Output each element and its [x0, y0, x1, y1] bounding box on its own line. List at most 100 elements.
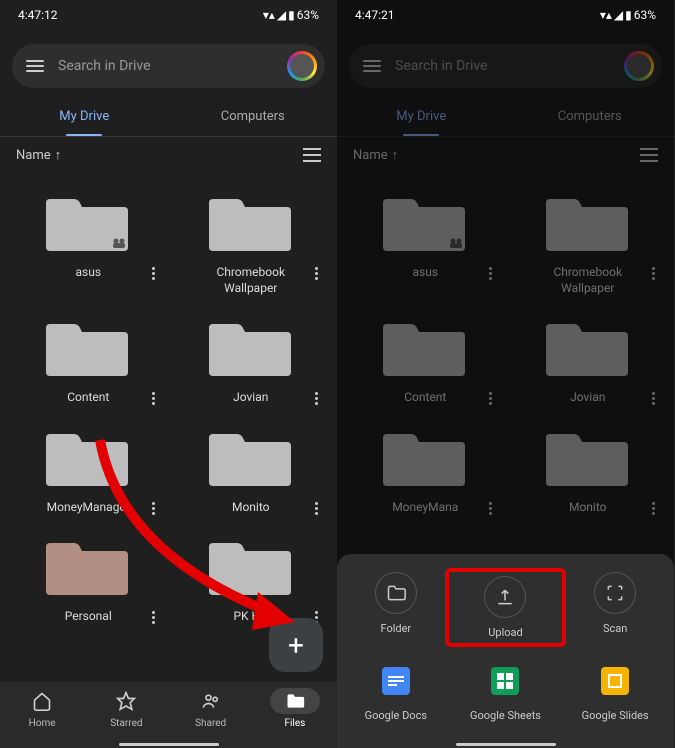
folder-label: Personal — [30, 609, 147, 625]
sheet-label: Google Sheets — [470, 709, 541, 722]
folder-item[interactable]: MoneyMana — [345, 418, 504, 522]
search-bar[interactable]: Search in Drive — [12, 44, 325, 88]
slides-icon — [595, 661, 635, 701]
folder-item[interactable]: Jovian — [508, 308, 667, 412]
sheet-label: Google Slides — [582, 709, 649, 722]
folder-item[interactable]: Chromebook Wallpaper — [508, 183, 667, 302]
more-icon[interactable] — [484, 390, 498, 405]
more-icon[interactable] — [147, 609, 161, 624]
status-right: ▾▴ ◢ ▮ 63% — [600, 8, 656, 22]
tab-computers[interactable]: Computers — [506, 96, 675, 136]
nav-files[interactable]: Files — [253, 688, 337, 748]
folder-icon — [377, 424, 471, 494]
fab-add-button[interactable]: + — [269, 618, 323, 672]
search-input[interactable]: Search in Drive — [395, 58, 610, 74]
signal-icon: ◢ — [277, 8, 286, 22]
folder-icon — [540, 424, 634, 494]
folder-icon — [40, 314, 134, 384]
folder-icon: ↻ — [203, 533, 297, 603]
more-icon[interactable] — [646, 265, 660, 280]
more-icon[interactable] — [309, 265, 323, 280]
docs-icon — [376, 661, 416, 701]
folder-label: Jovian — [193, 390, 310, 406]
battery-icon: ▮ — [625, 8, 632, 22]
folder-item[interactable]: Chromebook Wallpaper — [171, 183, 330, 302]
tab-my-drive[interactable]: My Drive — [337, 96, 506, 136]
menu-icon[interactable] — [363, 60, 381, 72]
tabs: My Drive Computers — [337, 96, 674, 136]
star-icon — [101, 688, 151, 714]
folder-item[interactable]: asus — [8, 183, 167, 302]
more-icon[interactable] — [309, 390, 323, 405]
sort-button[interactable]: Name↑ — [353, 147, 398, 163]
folder-item[interactable]: Content — [345, 308, 504, 412]
folder-item[interactable]: Personal — [8, 527, 167, 631]
screen-left: 4:47:12 ▾▴ ◢ ▮ 63% Search in Drive My Dr… — [0, 0, 337, 748]
folder-icon — [203, 189, 297, 259]
sheet-label: Folder — [380, 622, 411, 635]
sheet-sheets[interactable]: Google Sheets — [453, 661, 559, 722]
folder-item[interactable]: asus — [345, 183, 504, 302]
folder-item[interactable]: Content — [8, 308, 167, 412]
sheet-slides[interactable]: Google Slides — [562, 661, 668, 722]
nav-home[interactable]: Home — [0, 688, 84, 748]
sheet-label: Scan — [603, 622, 627, 635]
sheet-scan[interactable]: Scan — [562, 572, 668, 643]
search-bar[interactable]: Search in Drive — [349, 44, 662, 88]
nav-label: Shared — [195, 718, 226, 729]
more-icon[interactable] — [147, 390, 161, 405]
svg-text:↻: ↻ — [217, 583, 229, 599]
nav-label: Starred — [110, 718, 142, 729]
sort-button[interactable]: Name↑ — [16, 147, 61, 163]
sort-row: Name↑ — [0, 137, 337, 173]
folder-label: Content — [367, 390, 484, 406]
folder-item[interactable]: Jovian — [171, 308, 330, 412]
more-icon[interactable] — [484, 265, 498, 280]
nav-star[interactable]: Starred — [84, 688, 168, 748]
battery-pct: 63% — [634, 8, 656, 22]
avatar[interactable] — [287, 51, 317, 81]
folder-icon — [375, 572, 417, 614]
status-bar: 4:47:21 ▾▴ ◢ ▮ 63% — [337, 0, 674, 30]
battery-icon: ▮ — [288, 8, 295, 22]
wifi-icon: ▾▴ — [263, 8, 275, 22]
menu-icon[interactable] — [26, 60, 44, 72]
more-icon[interactable] — [147, 500, 161, 515]
tab-computers[interactable]: Computers — [169, 96, 338, 136]
tab-my-drive[interactable]: My Drive — [0, 96, 169, 136]
search-input[interactable]: Search in Drive — [58, 58, 273, 74]
sheet-docs[interactable]: Google Docs — [343, 661, 449, 722]
more-icon[interactable] — [484, 500, 498, 515]
avatar[interactable] — [624, 51, 654, 81]
folder-grid: asus Chromebook WallpaperContent Jovian Mon… — [0, 173, 337, 631]
folder-label: asus — [367, 265, 484, 281]
scan-icon — [594, 572, 636, 614]
folder-icon — [203, 424, 297, 494]
arrow-up-icon: ↑ — [392, 147, 399, 163]
view-toggle-icon[interactable] — [303, 148, 321, 162]
folder-item[interactable]: MoneyManager — [8, 418, 167, 522]
sheet-folder[interactable]: Folder — [343, 572, 449, 643]
folder-icon — [40, 533, 134, 603]
view-toggle-icon[interactable] — [640, 148, 658, 162]
nav-shared[interactable]: Shared — [169, 688, 253, 748]
folder-icon — [377, 314, 471, 384]
wifi-icon: ▾▴ — [600, 8, 612, 22]
sheet-upload[interactable]: Upload — [445, 568, 567, 647]
more-icon[interactable] — [646, 390, 660, 405]
folder-label: Monito — [193, 500, 310, 516]
more-icon[interactable] — [147, 265, 161, 280]
more-icon[interactable] — [646, 500, 660, 515]
tabs: My Drive Computers — [0, 96, 337, 136]
status-bar: 4:47:12 ▾▴ ◢ ▮ 63% — [0, 0, 337, 30]
status-right: ▾▴ ◢ ▮ 63% — [263, 8, 319, 22]
more-icon[interactable] — [309, 500, 323, 515]
folder-item[interactable]: ↻PK HD — [171, 527, 330, 631]
folder-item[interactable]: Monito — [171, 418, 330, 522]
home-icon — [17, 688, 67, 714]
create-bottom-sheet: Folder Upload Scan Google Docs Google Sheets… — [337, 554, 674, 748]
folder-label: MoneyManager — [30, 500, 147, 516]
folder-label: asus — [30, 265, 147, 281]
folder-item[interactable]: Monito — [508, 418, 667, 522]
sort-row: Name↑ — [337, 137, 674, 173]
